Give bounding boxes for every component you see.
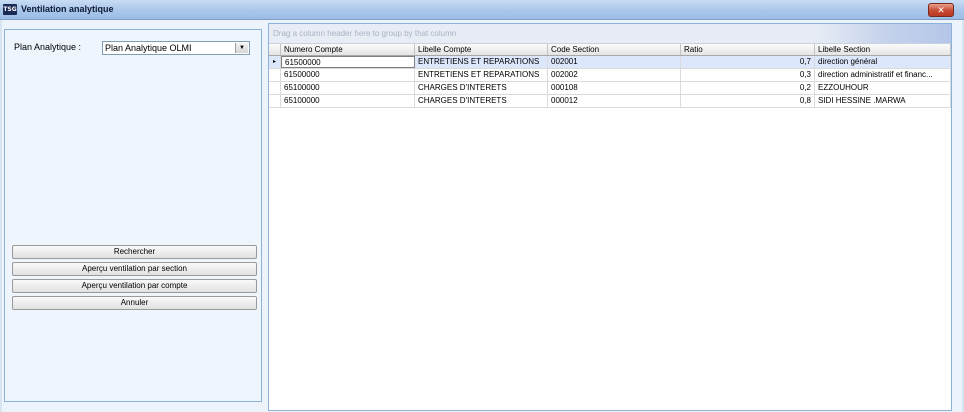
cell-numero-compte[interactable]: 65100000: [281, 95, 415, 107]
row-indicator: [269, 95, 281, 107]
table-row[interactable]: ▸ 61500000 ENTRETIENS ET REPARATIONS 002…: [269, 56, 951, 69]
cell-libelle-section[interactable]: direction général: [815, 56, 951, 68]
table-row[interactable]: 65100000 CHARGES D'INTERETS 000012 0,8 S…: [269, 95, 951, 108]
cell-ratio[interactable]: 0,8: [681, 95, 815, 107]
cell-numero-compte[interactable]: 65100000: [281, 82, 415, 94]
plan-analytique-value: Plan Analytique OLMI: [105, 43, 192, 53]
cell-code-section[interactable]: 000108: [548, 82, 681, 94]
table-row[interactable]: 65100000 CHARGES D'INTERETS 000108 0,2 E…: [269, 82, 951, 95]
group-by-area[interactable]: Drag a column header here to group by th…: [269, 24, 951, 44]
row-indicator: [269, 69, 281, 81]
row-indicator-header: [269, 44, 281, 55]
cell-libelle-compte[interactable]: ENTRETIENS ET REPARATIONS: [415, 56, 548, 68]
plan-analytique-dropdown[interactable]: Plan Analytique OLMI ▼: [102, 41, 250, 55]
cell-ratio[interactable]: 0,7: [681, 56, 815, 68]
cell-ratio[interactable]: 0,3: [681, 69, 815, 81]
group-by-hint: Drag a column header here to group by th…: [273, 29, 457, 38]
cell-libelle-section[interactable]: SIDI HESSINE .MARWA: [815, 95, 951, 107]
cell-libelle-compte[interactable]: CHARGES D'INTERETS: [415, 95, 548, 107]
cancel-button[interactable]: Annuler: [12, 296, 257, 310]
window-client-area: Plan Analytique : Plan Analytique OLMI ▼…: [2, 20, 962, 412]
cell-code-section[interactable]: 002002: [548, 69, 681, 81]
cell-libelle-section[interactable]: direction administratif et financ...: [815, 69, 951, 81]
cell-numero-compte[interactable]: 61500000: [281, 69, 415, 81]
column-header-libelle-section[interactable]: Libelle Section: [815, 44, 951, 55]
row-indicator: ▸: [269, 56, 281, 68]
table-row[interactable]: 61500000 ENTRETIENS ET REPARATIONS 00200…: [269, 69, 951, 82]
cell-numero-compte[interactable]: 61500000: [281, 56, 415, 68]
grid-header: Numero Compte Libelle Compte Code Sectio…: [269, 44, 951, 56]
column-header-ratio[interactable]: Ratio: [681, 44, 815, 55]
cell-code-section[interactable]: 002001: [548, 56, 681, 68]
cell-libelle-compte[interactable]: ENTRETIENS ET REPARATIONS: [415, 69, 548, 81]
window-title: Ventilation analytique: [21, 4, 114, 14]
row-pointer-icon: ▸: [273, 59, 277, 65]
column-header-numero-compte[interactable]: Numero Compte: [281, 44, 415, 55]
data-grid: Drag a column header here to group by th…: [268, 23, 952, 411]
column-header-libelle-compte[interactable]: Libelle Compte: [415, 44, 548, 55]
row-indicator: [269, 82, 281, 94]
cell-code-section[interactable]: 000012: [548, 95, 681, 107]
search-button[interactable]: Rechercher: [12, 245, 257, 259]
cell-libelle-compte[interactable]: CHARGES D'INTERETS: [415, 82, 548, 94]
title-bar: TSG Ventilation analytique ✕: [0, 0, 964, 20]
filter-panel: Plan Analytique : Plan Analytique OLMI ▼…: [4, 29, 262, 402]
app-logo-icon: TSG: [3, 4, 17, 15]
chevron-down-icon[interactable]: ▼: [235, 43, 248, 53]
preview-by-account-button[interactable]: Aperçu ventilation par compte: [12, 279, 257, 293]
preview-by-section-button[interactable]: Aperçu ventilation par section: [12, 262, 257, 276]
cell-libelle-section[interactable]: EZZOUHOUR: [815, 82, 951, 94]
column-header-code-section[interactable]: Code Section: [548, 44, 681, 55]
close-button[interactable]: ✕: [928, 3, 954, 17]
cell-ratio[interactable]: 0,2: [681, 82, 815, 94]
plan-analytique-label: Plan Analytique :: [14, 42, 82, 52]
